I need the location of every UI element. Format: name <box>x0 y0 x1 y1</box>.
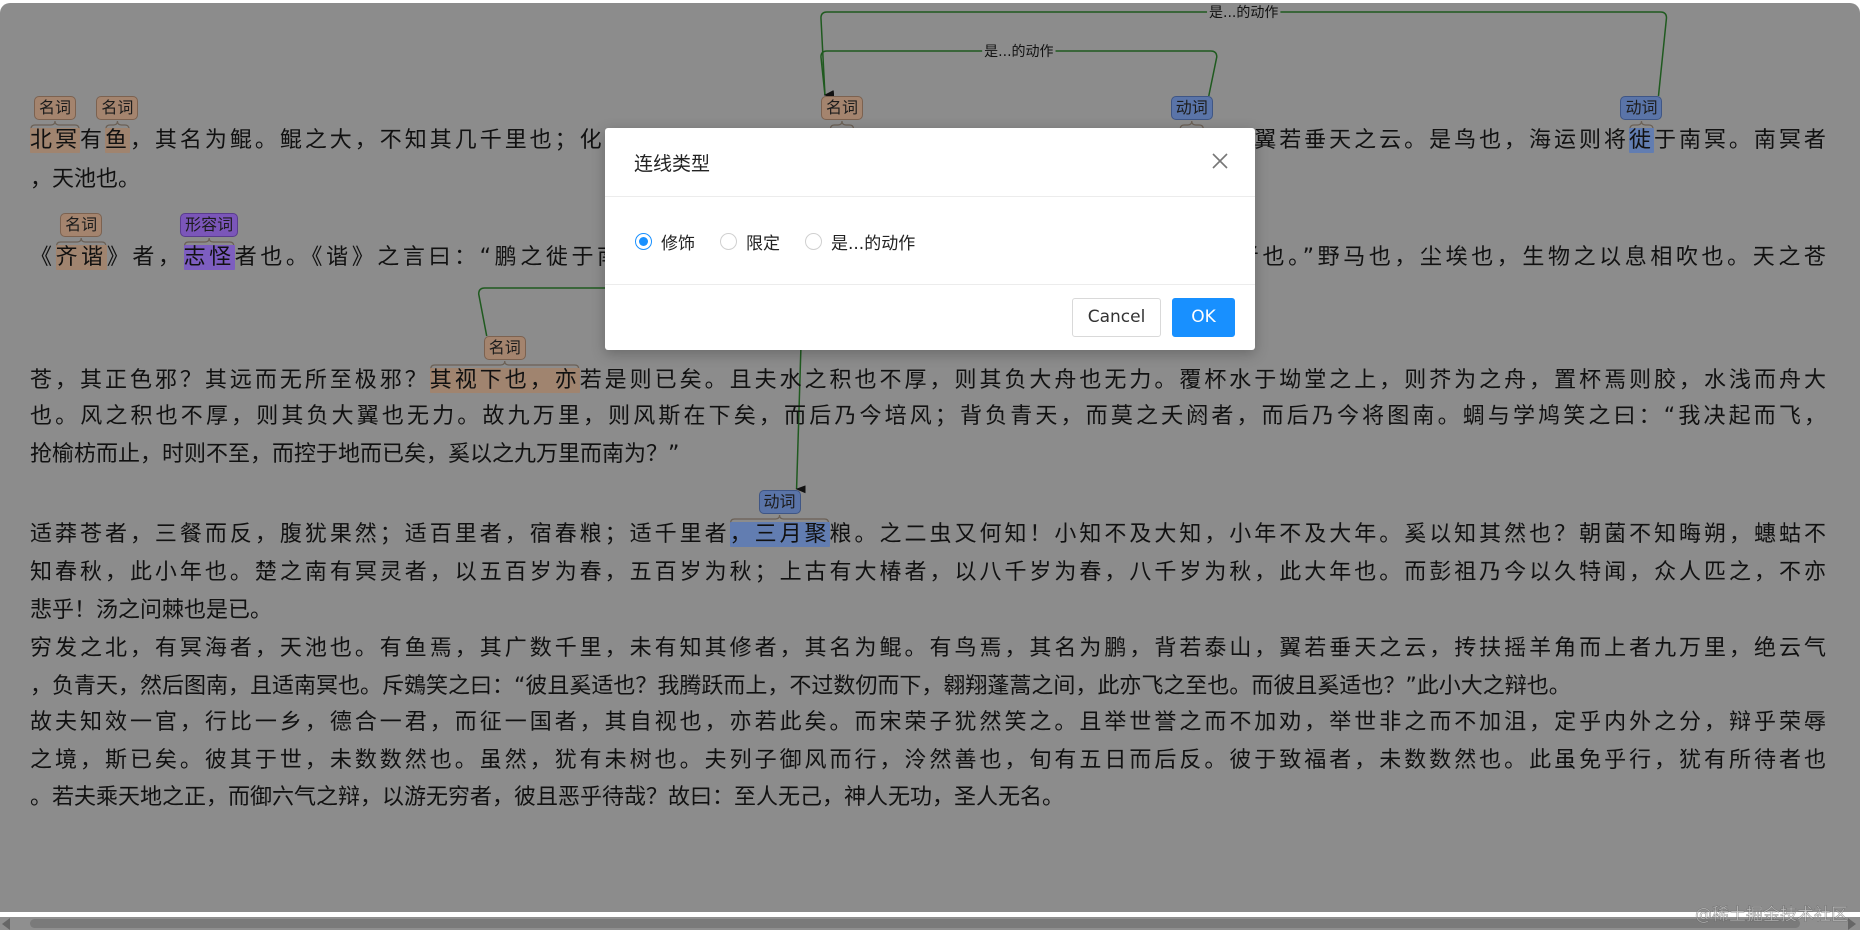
link-type-dialog: 连线类型 修饰 限定 是...的动作 Cancel OK <box>605 128 1255 350</box>
radio-checked-icon[interactable] <box>635 233 652 250</box>
close-icon[interactable] <box>1207 148 1233 174</box>
radio-label: 限定 <box>746 229 780 254</box>
dialog-title: 连线类型 <box>634 149 710 176</box>
radio-option-modify[interactable]: 修饰 <box>635 229 695 254</box>
radio-label: 是...的动作 <box>831 229 915 254</box>
radio-unchecked-icon[interactable] <box>720 233 737 250</box>
radio-option-limit[interactable]: 限定 <box>720 229 780 254</box>
dialog-header: 连线类型 <box>605 128 1255 197</box>
cancel-button[interactable]: Cancel <box>1072 298 1161 337</box>
dialog-body: 修饰 限定 是...的动作 <box>605 197 1255 285</box>
ok-button[interactable]: OK <box>1172 298 1235 337</box>
radio-label: 修饰 <box>661 229 695 254</box>
radio-option-action-of[interactable]: 是...的动作 <box>805 229 915 254</box>
radio-unchecked-icon[interactable] <box>805 233 822 250</box>
